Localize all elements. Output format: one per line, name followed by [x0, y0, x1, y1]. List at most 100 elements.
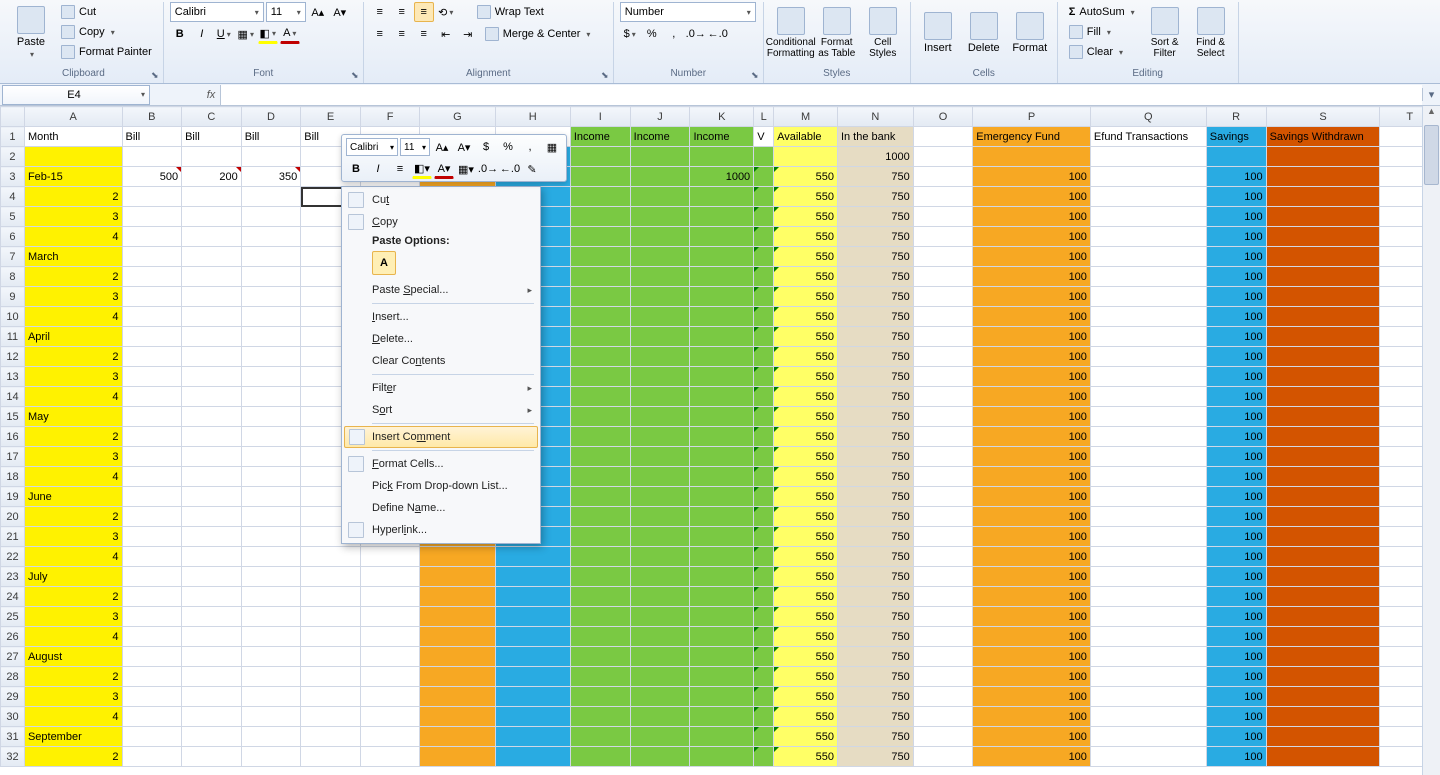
cell-R7[interactable]: 100 — [1206, 247, 1266, 267]
col-header-O[interactable]: O — [913, 107, 972, 127]
cell-P32[interactable]: 100 — [973, 747, 1091, 767]
cell-C26[interactable] — [182, 627, 242, 647]
cell-C28[interactable] — [182, 667, 242, 687]
cell-J9[interactable] — [630, 287, 690, 307]
cell-M21[interactable]: 550 — [774, 527, 838, 547]
indent-decrease-button[interactable]: ⇤ — [436, 24, 456, 44]
cell-K21[interactable] — [690, 527, 754, 547]
cell-Q20[interactable] — [1090, 507, 1206, 527]
cell-J11[interactable] — [630, 327, 690, 347]
cell-K26[interactable] — [690, 627, 754, 647]
row-header-23[interactable]: 23 — [1, 567, 25, 587]
cell-C2[interactable] — [182, 147, 242, 167]
cell-P29[interactable]: 100 — [973, 687, 1091, 707]
cell-A22[interactable]: 4 — [24, 547, 122, 567]
cell-B13[interactable] — [122, 367, 182, 387]
cell-S2[interactable] — [1266, 147, 1380, 167]
cell-Q1[interactable]: Efund Transactions — [1090, 127, 1206, 147]
cell-Q11[interactable] — [1090, 327, 1206, 347]
cell-N10[interactable]: 750 — [837, 307, 913, 327]
cell-B11[interactable] — [122, 327, 182, 347]
cell-B32[interactable] — [122, 747, 182, 767]
cell-D10[interactable] — [241, 307, 301, 327]
cell-K5[interactable] — [690, 207, 754, 227]
ctx-sort[interactable]: Sort — [344, 399, 538, 421]
alignment-launcher[interactable]: ⬊ — [599, 69, 611, 81]
format-cells-button[interactable]: Format — [1009, 2, 1051, 64]
cell-A3[interactable]: Feb-15 — [24, 167, 122, 187]
cell-C22[interactable] — [182, 547, 242, 567]
cell-P11[interactable]: 100 — [973, 327, 1091, 347]
col-header-J[interactable]: J — [630, 107, 690, 127]
cell-E22[interactable] — [301, 547, 361, 567]
cell-D20[interactable] — [241, 507, 301, 527]
cell-I12[interactable] — [570, 347, 630, 367]
cell-E27[interactable] — [301, 647, 361, 667]
cell-Q4[interactable] — [1090, 187, 1206, 207]
cell-C17[interactable] — [182, 447, 242, 467]
cell-C25[interactable] — [182, 607, 242, 627]
cell-M19[interactable]: 550 — [774, 487, 838, 507]
row-header-15[interactable]: 15 — [1, 407, 25, 427]
cell-B18[interactable] — [122, 467, 182, 487]
cell-I13[interactable] — [570, 367, 630, 387]
cell-B23[interactable] — [122, 567, 182, 587]
cell-G27[interactable] — [420, 647, 495, 667]
cell-D25[interactable] — [241, 607, 301, 627]
cell-Q6[interactable] — [1090, 227, 1206, 247]
cell-B25[interactable] — [122, 607, 182, 627]
cell-P28[interactable]: 100 — [973, 667, 1091, 687]
cell-S17[interactable] — [1266, 447, 1380, 467]
cell-S16[interactable] — [1266, 427, 1380, 447]
cell-B15[interactable] — [122, 407, 182, 427]
cell-C6[interactable] — [182, 227, 242, 247]
mini-comma[interactable]: , — [520, 137, 540, 157]
cell-D24[interactable] — [241, 587, 301, 607]
align-bottom-button[interactable]: ≡ — [414, 2, 434, 22]
cell-I1[interactable]: Income — [570, 127, 630, 147]
cell-I11[interactable] — [570, 327, 630, 347]
cell-D19[interactable] — [241, 487, 301, 507]
cell-K6[interactable] — [690, 227, 754, 247]
cell-B17[interactable] — [122, 447, 182, 467]
cell-D32[interactable] — [241, 747, 301, 767]
cell-L21[interactable] — [754, 527, 774, 547]
col-header-K[interactable]: K — [690, 107, 754, 127]
cell-I19[interactable] — [570, 487, 630, 507]
cell-A4[interactable]: 2 — [24, 187, 122, 207]
cell-M1[interactable]: Available — [774, 127, 838, 147]
cell-D5[interactable] — [241, 207, 301, 227]
cell-D16[interactable] — [241, 427, 301, 447]
cell-A24[interactable]: 2 — [24, 587, 122, 607]
cell-B24[interactable] — [122, 587, 182, 607]
cell-D21[interactable] — [241, 527, 301, 547]
accounting-button[interactable]: $ — [620, 24, 640, 44]
cell-S31[interactable] — [1266, 727, 1380, 747]
cell-C8[interactable] — [182, 267, 242, 287]
cell-L1[interactable]: V — [754, 127, 774, 147]
cell-N32[interactable]: 750 — [837, 747, 913, 767]
cell-Q9[interactable] — [1090, 287, 1206, 307]
cell-B28[interactable] — [122, 667, 182, 687]
cell-J29[interactable] — [630, 687, 690, 707]
cell-P3[interactable]: 100 — [973, 167, 1091, 187]
cell-J1[interactable]: Income — [630, 127, 690, 147]
cell-L30[interactable] — [754, 707, 774, 727]
cell-G29[interactable] — [420, 687, 495, 707]
cell-H30[interactable] — [495, 707, 570, 727]
cell-S5[interactable] — [1266, 207, 1380, 227]
cell-N1[interactable]: In the bank — [837, 127, 913, 147]
cell-M26[interactable]: 550 — [774, 627, 838, 647]
cell-R14[interactable]: 100 — [1206, 387, 1266, 407]
cell-O24[interactable] — [913, 587, 972, 607]
cell-Q26[interactable] — [1090, 627, 1206, 647]
cell-E26[interactable] — [301, 627, 361, 647]
cell-L17[interactable] — [754, 447, 774, 467]
cell-K29[interactable] — [690, 687, 754, 707]
cell-S22[interactable] — [1266, 547, 1380, 567]
cell-J2[interactable] — [630, 147, 690, 167]
cell-B22[interactable] — [122, 547, 182, 567]
cell-M2[interactable] — [774, 147, 838, 167]
cell-K20[interactable] — [690, 507, 754, 527]
cell-N15[interactable]: 750 — [837, 407, 913, 427]
